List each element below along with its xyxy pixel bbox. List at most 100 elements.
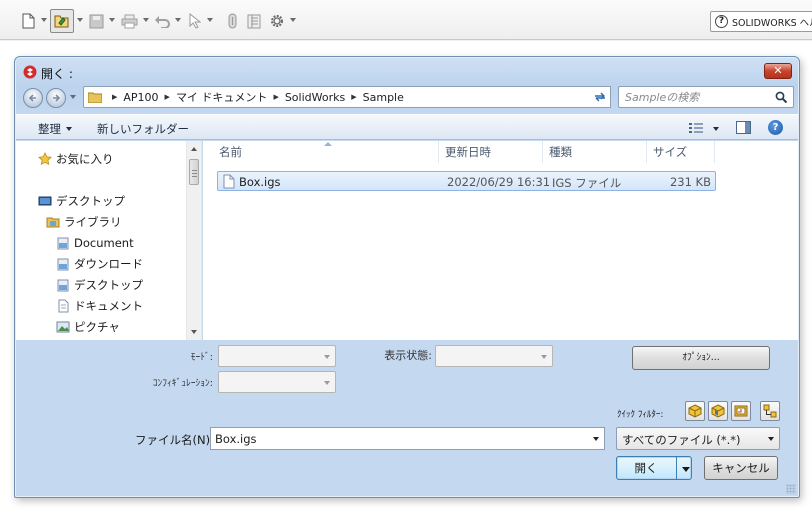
nav-item-documents[interactable]: ドキュメント bbox=[56, 296, 143, 316]
select-dropdown-icon[interactable] bbox=[207, 18, 213, 22]
options-button[interactable]: ｵﾌﾟｼｮﾝ... bbox=[632, 346, 770, 370]
open-dialog: 開く : ✕ ▶ AP100 ▶ マイ ドキュメント ▶ SolidWorks … bbox=[14, 56, 800, 498]
recent-locations-dropdown[interactable] bbox=[70, 95, 76, 99]
resize-grip[interactable] bbox=[786, 484, 796, 494]
open-split-divider bbox=[676, 456, 677, 480]
search-placeholder: Sampleの検索 bbox=[625, 91, 700, 104]
help-label: SOLIDWORKS ヘルプ bbox=[732, 17, 812, 29]
nav-item-desktop[interactable]: デスクトップ bbox=[38, 191, 125, 211]
scroll-up-icon[interactable] bbox=[191, 147, 197, 151]
scroll-thumb[interactable] bbox=[189, 159, 199, 185]
chevron-right-icon: ▶ bbox=[273, 93, 279, 101]
gear-icon[interactable] bbox=[268, 11, 286, 31]
display-state-combo[interactable] bbox=[435, 345, 553, 367]
preview-pane-icon[interactable] bbox=[736, 121, 751, 134]
scroll-down-icon[interactable] bbox=[191, 330, 197, 334]
app-toolbar: ? SOLIDWORKS ヘルプ bbox=[0, 0, 812, 40]
library-folder-icon bbox=[57, 258, 69, 271]
breadcrumb-sample[interactable]: Sample bbox=[363, 91, 404, 104]
close-button[interactable]: ✕ bbox=[764, 63, 792, 79]
filename-label: ファイル名(N): bbox=[135, 433, 214, 447]
forward-button[interactable] bbox=[46, 88, 66, 108]
open-dropdown-icon[interactable] bbox=[77, 18, 83, 22]
search-icon[interactable] bbox=[775, 91, 788, 104]
library-folder-icon bbox=[57, 237, 69, 250]
configuration-label: ｺﾝﾌｨｷﾞｭﾚｰｼｮﾝ: bbox=[152, 378, 213, 389]
quick-filter-label: ｸｲｯｸ ﾌｨﾙﾀｰ: bbox=[617, 410, 664, 420]
nav-item-downloads[interactable]: ダウンロード bbox=[56, 254, 143, 274]
command-bar: 整理 新しいフォルダー ? bbox=[16, 114, 798, 140]
file-name: Box.igs bbox=[239, 175, 281, 189]
file-type-filter[interactable]: すべてのファイル (*.*) bbox=[616, 427, 780, 450]
back-button[interactable] bbox=[23, 88, 43, 108]
rebuild-icon[interactable] bbox=[225, 11, 239, 31]
file-row[interactable]: Box.igs 2022/06/29 16:31 IGS ファイル 231 KB bbox=[217, 171, 716, 191]
column-header-size[interactable]: サイズ bbox=[647, 141, 715, 163]
navigation-pane: お気に入り デスクトップ ライブラリ Document ダウンロード デスクトッ… bbox=[16, 141, 202, 340]
select-pointer-icon[interactable] bbox=[187, 11, 203, 31]
breadcrumb-my-documents[interactable]: マイ ドキュメント bbox=[176, 89, 268, 105]
nav-item-desktop-library[interactable]: デスクトップ bbox=[56, 275, 143, 295]
column-header-name[interactable]: 名前 bbox=[213, 141, 439, 163]
nav-item-favorites[interactable]: お気に入り bbox=[38, 149, 114, 169]
desktop-icon bbox=[38, 196, 52, 206]
chevron-right-icon: ▶ bbox=[112, 93, 118, 101]
help-search[interactable]: ? SOLIDWORKS ヘルプ bbox=[710, 11, 812, 32]
refresh-button[interactable] bbox=[589, 86, 611, 108]
library-folder-icon bbox=[57, 279, 69, 292]
filter-assemblies-icon[interactable] bbox=[708, 401, 728, 421]
open-options-dropdown-icon[interactable] bbox=[682, 467, 690, 472]
filter-drawings-icon[interactable] bbox=[731, 401, 751, 421]
view-dropdown-icon[interactable] bbox=[713, 127, 719, 131]
search-input[interactable]: Sampleの検索 bbox=[618, 86, 794, 108]
file-icon bbox=[223, 174, 235, 189]
organize-menu[interactable]: 整理 bbox=[38, 121, 72, 137]
nav-item-pictures[interactable]: ピクチャ bbox=[56, 317, 120, 337]
chevron-right-icon: ▶ bbox=[164, 93, 170, 101]
display-state-label: 表示状態: bbox=[384, 349, 432, 362]
breadcrumb-ap100[interactable]: AP100 bbox=[123, 91, 158, 104]
column-header-type[interactable]: 種類 bbox=[543, 141, 647, 163]
picture-icon bbox=[56, 321, 70, 333]
file-size: 231 KB bbox=[669, 175, 711, 189]
navigation-scrollbar[interactable] bbox=[186, 141, 201, 340]
new-dropdown-icon[interactable] bbox=[41, 18, 47, 22]
column-header-modified[interactable]: 更新日時 bbox=[439, 141, 543, 163]
open-document-icon[interactable] bbox=[50, 9, 74, 33]
cancel-button[interactable]: キャンセル bbox=[704, 456, 778, 480]
nav-item-document[interactable]: Document bbox=[56, 233, 134, 253]
filename-input[interactable]: Box.igs bbox=[210, 427, 605, 450]
dialog-title: 開く : bbox=[41, 67, 73, 81]
address-bar[interactable]: ▶ AP100 ▶ マイ ドキュメント ▶ SolidWorks ▶ Sampl… bbox=[83, 86, 603, 108]
file-list: 名前 更新日時 種類 サイズ Box.igs 2022/06/29 16:31 … bbox=[203, 141, 798, 340]
solidworks-icon bbox=[23, 65, 37, 79]
star-icon bbox=[38, 152, 52, 166]
breadcrumb-solidworks[interactable]: SolidWorks bbox=[285, 91, 345, 104]
mode-combo[interactable] bbox=[218, 345, 336, 367]
chevron-right-icon: ▶ bbox=[351, 93, 357, 101]
help-icon[interactable]: ? bbox=[768, 120, 783, 135]
new-folder-button[interactable]: 新しいフォルダー bbox=[97, 121, 189, 137]
save-icon[interactable] bbox=[87, 11, 105, 31]
print-icon[interactable] bbox=[119, 11, 139, 31]
file-modified: 2022/06/29 16:31 bbox=[447, 175, 551, 189]
nav-item-libraries[interactable]: ライブラリ bbox=[46, 212, 122, 232]
view-options-icon[interactable] bbox=[688, 122, 704, 134]
filter-top-level-icon[interactable] bbox=[760, 401, 780, 421]
library-icon bbox=[46, 217, 60, 228]
configuration-combo[interactable] bbox=[218, 371, 336, 393]
document-icon bbox=[58, 299, 69, 313]
filter-parts-icon[interactable] bbox=[685, 401, 705, 421]
arrow-right-icon bbox=[53, 94, 61, 102]
folder-icon bbox=[88, 92, 102, 103]
undo-icon[interactable] bbox=[153, 11, 171, 31]
print-dropdown-icon[interactable] bbox=[143, 18, 149, 22]
refresh-icon bbox=[594, 92, 605, 102]
new-document-icon[interactable] bbox=[20, 11, 36, 31]
chevron-down-icon bbox=[66, 127, 72, 131]
file-properties-icon[interactable] bbox=[246, 11, 262, 31]
options-dropdown-icon[interactable] bbox=[290, 18, 296, 22]
save-dropdown-icon[interactable] bbox=[109, 18, 115, 22]
open-button[interactable]: 開く bbox=[616, 456, 692, 480]
undo-dropdown-icon[interactable] bbox=[175, 18, 181, 22]
